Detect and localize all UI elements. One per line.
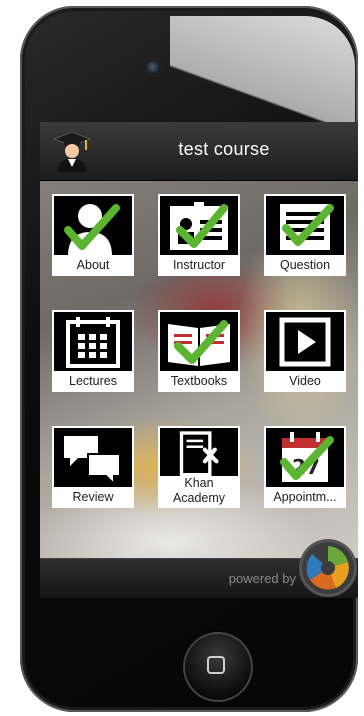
chat-bubbles-icon: [54, 428, 132, 488]
app-header: test course: [40, 122, 358, 181]
tile-label: Video: [265, 371, 345, 391]
tile-video[interactable]: Video: [264, 310, 346, 392]
tile-label: Instructor: [159, 255, 239, 275]
tile-label: Lectures: [53, 371, 133, 391]
tile-khan-academy[interactable]: Khan Academy: [158, 426, 240, 508]
tile-label: Review: [53, 487, 133, 507]
calendar-date-icon: 27: [266, 428, 344, 488]
tile-appointment[interactable]: 27 Appointm...: [264, 426, 346, 508]
brand-logo-icon[interactable]: [302, 542, 354, 594]
powered-by-text: powered by: [228, 571, 296, 586]
tile-textbooks[interactable]: Textbooks: [158, 310, 240, 392]
tile-label: Appointm...: [265, 487, 345, 507]
home-button[interactable]: [183, 632, 253, 702]
tile-label: Khan Academy: [159, 476, 239, 506]
person-icon: [54, 196, 132, 256]
tile-instructor[interactable]: Instructor: [158, 194, 240, 276]
tile-question[interactable]: Question: [264, 194, 346, 276]
play-icon: [266, 312, 344, 372]
tile-label: About: [53, 255, 133, 275]
app-title: test course: [178, 139, 270, 159]
tile-lectures[interactable]: Lectures: [52, 310, 134, 392]
tile-label: Question: [265, 255, 345, 275]
document-icon: [266, 196, 344, 256]
calendar-icon: [54, 312, 132, 372]
tile-label: Textbooks: [159, 371, 239, 391]
app-screen: test course About Instructor Question Le…: [40, 122, 358, 598]
book-icon: [160, 312, 238, 372]
home-square-icon: [207, 656, 225, 674]
camera-icon: [147, 61, 161, 75]
graduate-avatar-icon: [52, 130, 92, 172]
tools-document-icon: [160, 428, 238, 478]
tile-review[interactable]: Review: [52, 426, 134, 508]
tile-about[interactable]: About: [52, 194, 134, 276]
id-card-icon: [160, 196, 238, 256]
